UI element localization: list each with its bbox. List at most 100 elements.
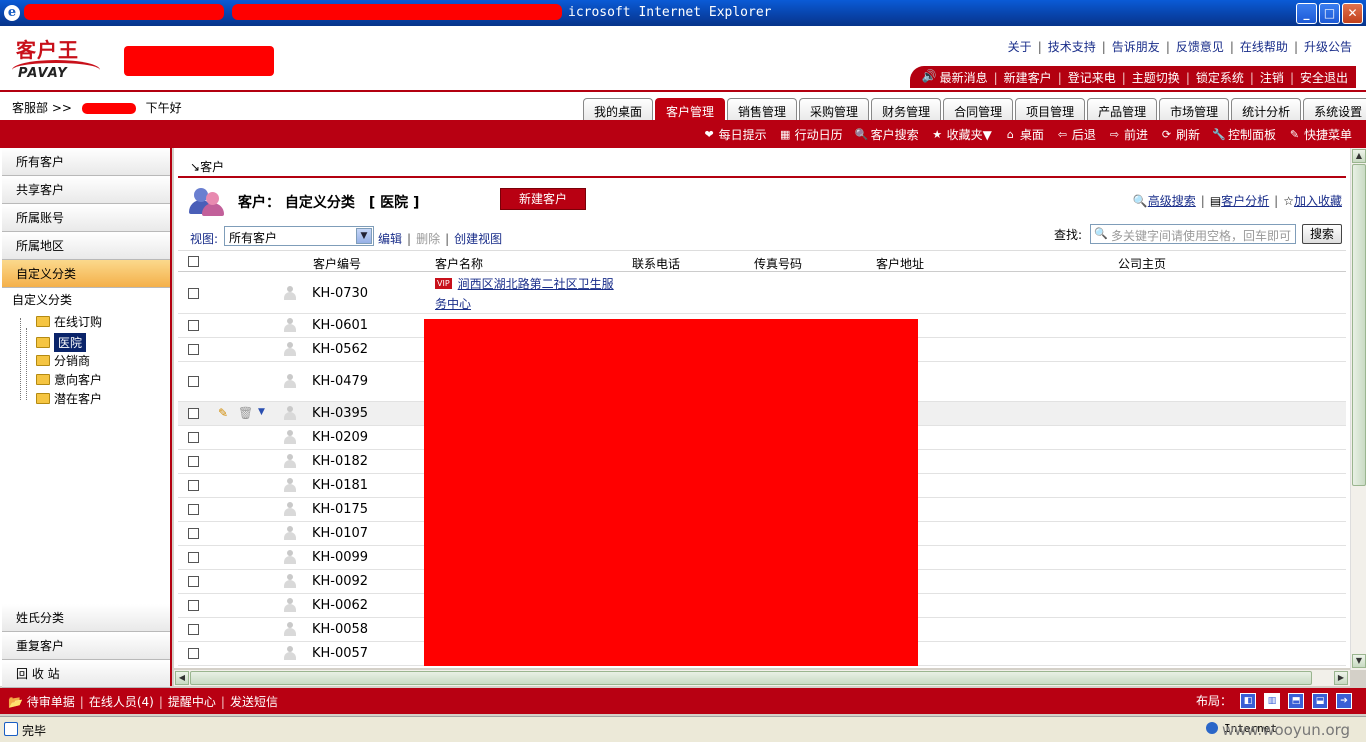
toolbar-item[interactable]: ⇨ 前进	[1108, 126, 1148, 143]
toolbar-item[interactable]: ⇦ 后退	[1056, 126, 1096, 143]
row-checkbox[interactable]	[188, 344, 199, 355]
sidebar-item[interactable]: 重复客户	[2, 632, 170, 660]
quick-link[interactable]: 锁定系统	[1196, 71, 1244, 85]
row-checkbox[interactable]	[188, 504, 199, 515]
edit-icon[interactable]: ✎	[218, 406, 228, 420]
edit-view-link[interactable]: 编辑	[378, 232, 402, 246]
header-link[interactable]: 客户分析	[1221, 194, 1269, 208]
chevron-down-icon[interactable]: ▼	[356, 228, 372, 244]
customer-name-link[interactable]: VIP 涧西区湖北路第二社区卫生服务中心	[435, 274, 625, 314]
search-input[interactable]: 🔍 多关键字间请使用空格，回车即可	[1090, 224, 1296, 244]
toolbar-item[interactable]: ⌂ 桌面	[1004, 126, 1044, 143]
close-button[interactable]: ✕	[1342, 3, 1363, 24]
column-header[interactable]: 公司主页	[1118, 255, 1166, 272]
toolbar-item[interactable]: ⟳ 刷新	[1160, 126, 1200, 143]
row-checkbox[interactable]	[188, 376, 199, 387]
layout-bottom-icon[interactable]: ⬓	[1312, 692, 1328, 709]
toolbar-item[interactable]: ★ 收藏夹▼	[931, 126, 992, 143]
scroll-thumb[interactable]	[1352, 164, 1366, 486]
row-checkbox[interactable]	[188, 528, 199, 539]
row-checkbox[interactable]	[188, 648, 199, 659]
sidebar-item[interactable]: 姓氏分类	[2, 604, 170, 632]
top-link[interactable]: 技术支持	[1048, 40, 1096, 54]
maximize-button[interactable]: □	[1319, 3, 1340, 24]
row-checkbox[interactable]	[188, 288, 199, 299]
row-checkbox[interactable]	[188, 320, 199, 331]
select-all-checkbox[interactable]	[188, 256, 199, 267]
row-checkbox[interactable]	[188, 456, 199, 467]
tab-1[interactable]: 客户管理	[655, 98, 726, 122]
search-button[interactable]: 搜索	[1302, 224, 1342, 244]
tab-9[interactable]: 统计分析	[1231, 98, 1302, 122]
tab-4[interactable]: 财务管理	[871, 98, 942, 122]
scroll-thumb[interactable]	[190, 671, 1312, 685]
create-view-link[interactable]: 创建视图	[454, 232, 502, 246]
trash-icon[interactable]: 🗑	[238, 406, 253, 420]
new-customer-button[interactable]: 新建客户	[500, 188, 586, 210]
sidebar-item[interactable]: 共享客户	[2, 176, 170, 204]
tree-node[interactable]: 自定义分类	[12, 291, 72, 308]
quick-link[interactable]: 安全退出	[1300, 71, 1348, 85]
quick-link[interactable]: 最新消息	[940, 71, 988, 85]
sidebar-item[interactable]: 所属地区	[2, 232, 170, 260]
row-checkbox[interactable]	[188, 552, 199, 563]
column-header[interactable]: 客户地址	[876, 255, 924, 272]
top-link[interactable]: 关于	[1008, 40, 1032, 54]
table-row[interactable]: KH-0730 VIP 涧西区湖北路第二社区卫生服务中心	[178, 274, 1346, 314]
tab-10[interactable]: 系统设置	[1303, 98, 1366, 122]
vertical-scrollbar[interactable]: ▲ ▼	[1350, 148, 1366, 670]
header-link[interactable]: 高级搜索	[1148, 194, 1196, 208]
horizontal-scrollbar[interactable]: ◀ ▶	[174, 670, 1350, 686]
scroll-down-icon[interactable]: ▼	[1352, 654, 1366, 668]
tree-node[interactable]: 在线订购	[36, 313, 102, 330]
row-checkbox[interactable]	[188, 576, 199, 587]
scroll-left-icon[interactable]: ◀	[175, 671, 189, 685]
tab-0[interactable]: 我的桌面	[583, 98, 654, 122]
row-checkbox[interactable]	[188, 480, 199, 491]
layout-full-icon[interactable]: ➔	[1336, 692, 1352, 709]
view-select[interactable]: 所有客户 ▼	[224, 226, 374, 246]
bottom-link[interactable]: 发送短信	[230, 695, 278, 709]
layout-left-icon[interactable]: ◧	[1240, 692, 1256, 709]
tree-node[interactable]: 意向客户	[36, 371, 102, 388]
quick-link[interactable]: 注销	[1260, 71, 1284, 85]
tab-2[interactable]: 销售管理	[727, 98, 798, 122]
tab-6[interactable]: 项目管理	[1015, 98, 1086, 122]
row-checkbox[interactable]	[188, 624, 199, 635]
column-header[interactable]: 传真号码	[754, 255, 802, 272]
layout-split-icon[interactable]: ▥	[1264, 692, 1280, 709]
top-link[interactable]: 在线帮助	[1240, 40, 1288, 54]
tab-8[interactable]: 市场管理	[1159, 98, 1230, 122]
row-checkbox[interactable]	[188, 408, 199, 419]
column-header[interactable]: 客户编号	[313, 255, 361, 272]
column-header[interactable]: 客户名称	[435, 255, 483, 272]
sidebar-item[interactable]: 所属账号	[2, 204, 170, 232]
tab-3[interactable]: 采购管理	[799, 98, 870, 122]
toolbar-item[interactable]: 🔧 控制面板	[1212, 126, 1276, 143]
tab-5[interactable]: 合同管理	[943, 98, 1014, 122]
column-header[interactable]: 联系电话	[632, 255, 680, 272]
quick-link[interactable]: 登记来电	[1068, 71, 1116, 85]
toolbar-item[interactable]: 🔍 客户搜索	[855, 126, 919, 143]
quick-link[interactable]: 主题切换	[1132, 71, 1180, 85]
top-link[interactable]: 告诉朋友	[1112, 40, 1160, 54]
bottom-link[interactable]: 提醒中心	[168, 695, 216, 709]
tree-node[interactable]: 潜在客户	[36, 390, 102, 407]
tree-node[interactable]: 分销商	[36, 352, 90, 369]
toolbar-item[interactable]: ▦ 行动日历	[779, 126, 843, 143]
row-checkbox[interactable]	[188, 432, 199, 443]
tree-node[interactable]: 医院	[36, 333, 87, 352]
sidebar-item[interactable]: 回 收 站	[2, 660, 170, 688]
top-link[interactable]: 反馈意见	[1176, 40, 1224, 54]
bottom-link[interactable]: 待审单据	[27, 695, 75, 709]
tab-7[interactable]: 产品管理	[1087, 98, 1158, 122]
toolbar-item[interactable]: ❤ 每日提示	[703, 126, 767, 143]
scroll-up-icon[interactable]: ▲	[1352, 149, 1366, 163]
chevron-down-icon[interactable]: ▼	[258, 407, 265, 417]
bottom-link[interactable]: 在线人员(4)	[89, 695, 154, 709]
minimize-button[interactable]: _	[1296, 3, 1317, 24]
quick-link[interactable]: 新建客户	[1004, 71, 1052, 85]
toolbar-item[interactable]: ✎ 快捷菜单	[1288, 126, 1352, 143]
layout-top-icon[interactable]: ⬒	[1288, 692, 1304, 709]
top-link[interactable]: 升级公告	[1304, 40, 1352, 54]
